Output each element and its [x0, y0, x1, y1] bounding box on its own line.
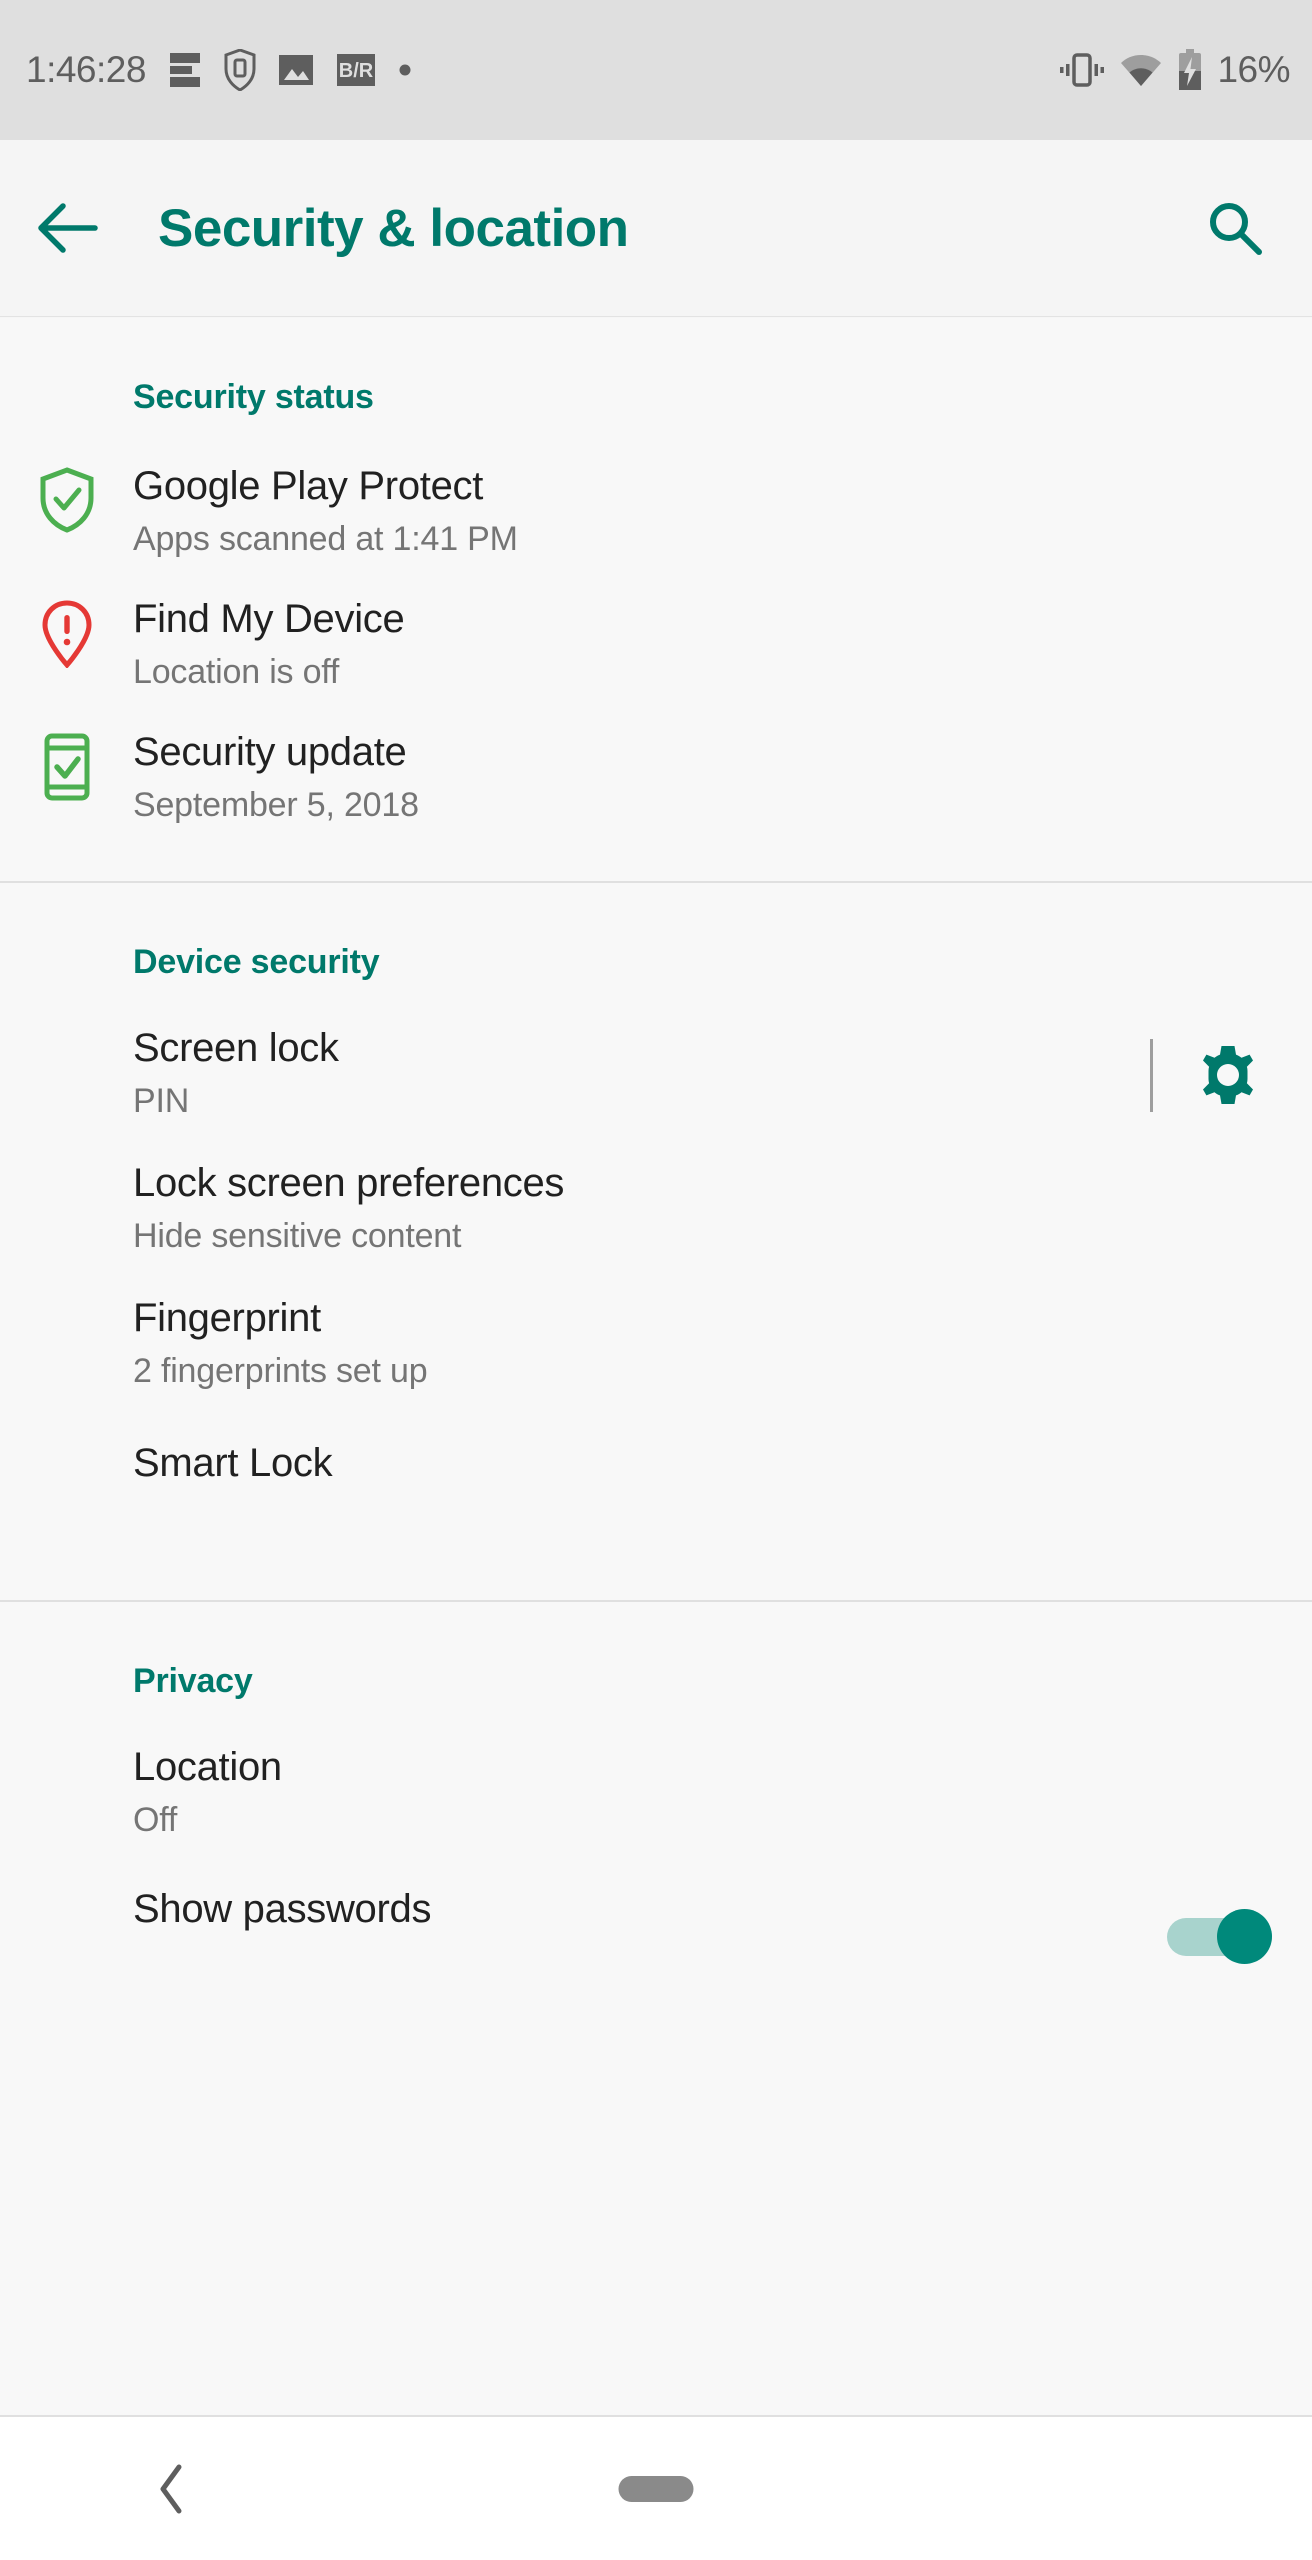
- page-title: Security & location: [158, 198, 629, 258]
- battery-percent-label: 16%: [1217, 49, 1290, 90]
- pref-title: Location: [133, 1745, 282, 1789]
- location-pin-alert-icon: [41, 600, 92, 668]
- pref-icon-spacer: [0, 1440, 133, 1444]
- status-bar-left-group: 1:46:28 B/R: [0, 49, 412, 91]
- wifi-icon: [1121, 55, 1162, 86]
- status-bar: 1:46:28 B/R 16%: [0, 0, 1312, 140]
- pref-text: Show passwords: [133, 1886, 1167, 1933]
- pref-summary: September 5, 2018: [133, 786, 419, 825]
- pref-title: Find My Device: [133, 597, 405, 641]
- pref-row-show-passwords[interactable]: Show passwords: [0, 1886, 1312, 1986]
- section-device-security: Device security Screen lock PIN Lock scr…: [0, 883, 1312, 1602]
- pref-title: Screen lock: [133, 1026, 339, 1070]
- app-bar: Security & location: [0, 140, 1312, 317]
- pref-right-widget: [1167, 1908, 1312, 1964]
- pref-text: Fingerprint 2 fingerprints set up: [133, 1295, 1312, 1391]
- status-bar-clock: 1:46:28: [26, 49, 146, 90]
- toggle-thumb: [1217, 1908, 1272, 1964]
- android-settings-screen: 1:46:28 B/R 16% Security & location Secu…: [0, 0, 1312, 2560]
- pref-title: Google Play Protect: [133, 464, 484, 508]
- shield-check-icon-wrap: [0, 463, 133, 533]
- pref-summary: 2 fingerprints set up: [133, 1352, 428, 1391]
- pref-row-location[interactable]: Location Off: [0, 1744, 1312, 1844]
- dot-icon: [399, 64, 411, 76]
- pref-icon-spacer: [0, 1295, 133, 1299]
- pref-text: Google Play Protect Apps scanned at 1:41…: [133, 463, 1312, 559]
- phone-check-icon-wrap: [0, 729, 133, 801]
- search-button[interactable]: [1190, 183, 1280, 273]
- pref-row-screen-lock[interactable]: Screen lock PIN: [0, 1025, 1312, 1125]
- vertical-divider: [1150, 1038, 1153, 1112]
- navigation-bar: [0, 2415, 1312, 2560]
- vibrate-icon: [1060, 53, 1105, 87]
- pref-title: Fingerprint: [133, 1296, 321, 1340]
- shield-check-icon: [40, 467, 93, 533]
- pref-text: Screen lock PIN: [133, 1025, 1150, 1121]
- pref-row-google-play-protect[interactable]: Google Play Protect Apps scanned at 1:41…: [0, 463, 1312, 563]
- arrow-back-icon: [38, 203, 98, 253]
- pref-icon-spacer: [0, 1025, 133, 1029]
- gear-icon: [1203, 1046, 1253, 1104]
- image-icon: [278, 55, 313, 85]
- pref-text: Smart Lock: [133, 1440, 1312, 1487]
- pref-summary: Location is off: [133, 653, 340, 692]
- pref-row-smart-lock[interactable]: Smart Lock: [0, 1440, 1312, 1540]
- search-icon: [1210, 203, 1262, 255]
- pref-summary: PIN: [133, 1082, 190, 1121]
- pref-right-widget: [1150, 1027, 1312, 1123]
- battery-charging-icon: [1179, 49, 1202, 90]
- section-security-status: Security status Google Play Protect Apps…: [0, 318, 1312, 883]
- phone-check-icon: [44, 733, 89, 801]
- pref-text: Find My Device Location is off: [133, 596, 1312, 692]
- pref-title: Smart Lock: [133, 1441, 333, 1485]
- nav-back-button[interactable]: [142, 2459, 202, 2519]
- pref-title: Security update: [133, 730, 407, 774]
- pref-row-find-my-device[interactable]: Find My Device Location is off: [0, 596, 1312, 696]
- status-bar-right-group: 16%: [1059, 49, 1290, 91]
- pref-title: Lock screen preferences: [133, 1161, 565, 1205]
- pref-text: Lock screen preferences Hide sensitive c…: [133, 1160, 1312, 1256]
- svg-text:B/R: B/R: [339, 60, 374, 82]
- pref-row-fingerprint[interactable]: Fingerprint 2 fingerprints set up: [0, 1295, 1312, 1395]
- back-button[interactable]: [22, 182, 114, 274]
- pref-text: Security update September 5, 2018: [133, 729, 1312, 825]
- pref-row-lock-screen-preferences[interactable]: Lock screen preferences Hide sensitive c…: [0, 1160, 1312, 1260]
- settings-list[interactable]: Security status Google Play Protect Apps…: [0, 318, 1312, 2415]
- pref-row-security-update[interactable]: Security update September 5, 2018: [0, 729, 1312, 829]
- section-header-security-status: Security status: [133, 378, 374, 416]
- notification-lines-icon: [169, 53, 200, 87]
- show-passwords-toggle[interactable]: [1167, 1908, 1272, 1964]
- pref-text: Location Off: [133, 1744, 1312, 1840]
- section-header-privacy: Privacy: [133, 1662, 253, 1700]
- br-badge-icon: B/R: [336, 54, 375, 86]
- pref-icon-spacer: [0, 1886, 133, 1890]
- pref-icon-spacer: [0, 1160, 133, 1164]
- shield-phone-icon: [224, 49, 256, 91]
- pref-summary: Hide sensitive content: [133, 1217, 462, 1256]
- section-header-device-security: Device security: [133, 943, 380, 981]
- pref-title: Show passwords: [133, 1887, 432, 1931]
- nav-home-pill-icon[interactable]: [618, 2475, 694, 2502]
- pref-icon-spacer: [0, 1744, 133, 1748]
- screen-lock-settings-button[interactable]: [1180, 1027, 1276, 1123]
- pref-summary: Apps scanned at 1:41 PM: [133, 520, 518, 559]
- section-privacy: Privacy Location Off Show passwords: [0, 1602, 1312, 1986]
- nav-back-chevron-icon: [160, 2464, 182, 2513]
- pref-summary: Off: [133, 1801, 178, 1840]
- location-pin-alert-icon-wrap: [0, 596, 133, 668]
